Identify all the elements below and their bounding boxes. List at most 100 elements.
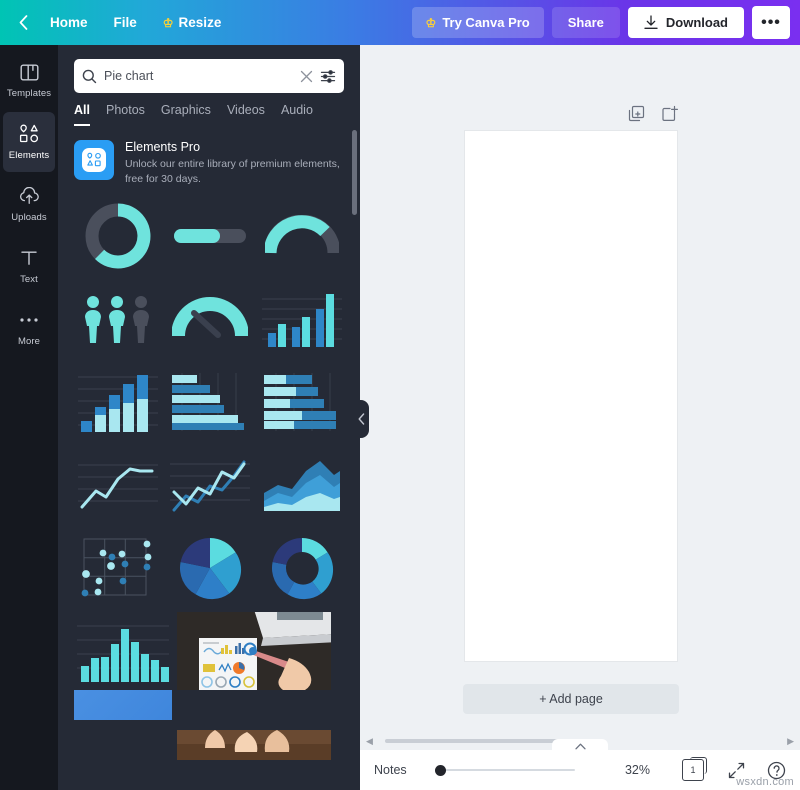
add-page-label: + Add page (539, 692, 603, 706)
results-row (74, 612, 346, 761)
element-stacked-bar-chart[interactable] (259, 363, 346, 441)
file-menu-button[interactable]: File (102, 9, 149, 36)
download-label: Download (665, 15, 728, 30)
element-ascending-bar-chart[interactable] (259, 280, 346, 358)
sidebar-label-uploads: Uploads (11, 212, 47, 223)
tab-graphics-label: Graphics (160, 103, 211, 117)
element-arc-gauge-chart[interactable] (259, 197, 346, 275)
tab-audio[interactable]: Audio (281, 103, 313, 126)
tab-videos[interactable]: Videos (227, 103, 265, 126)
element-scatter-plot-chart[interactable] (74, 529, 161, 607)
element-pictogram-people-chart[interactable] (74, 280, 161, 358)
elements-icon (19, 123, 40, 145)
file-label: File (113, 15, 137, 30)
canva-editor-window: Home File ♔ Resize ♔ Try Canva Pro Share (0, 0, 800, 790)
results-row (74, 363, 346, 441)
element-area-chart[interactable] (259, 446, 346, 524)
element-histogram-chart[interactable] (74, 612, 172, 685)
search-section (58, 45, 360, 93)
zoom-slider-knob[interactable] (434, 764, 446, 776)
sidebar-item-elements[interactable]: Elements (3, 112, 55, 172)
page-number-label: 1 (690, 765, 696, 775)
element-pie-chart[interactable] (166, 529, 253, 607)
element-stacked-column-chart[interactable] (74, 363, 161, 441)
top-toolbar-right: ♔ Try Canva Pro Share Download ••• (411, 6, 790, 39)
try-pro-label: Try Canva Pro (442, 15, 530, 30)
results-row (74, 280, 346, 358)
scroll-left-icon[interactable]: ◀ (364, 736, 375, 747)
zoom-slider-track (434, 769, 575, 771)
page-count-button[interactable]: 1 (682, 756, 707, 781)
download-icon (644, 15, 658, 30)
download-button[interactable]: Download (627, 7, 744, 38)
zoom-slider[interactable] (434, 762, 575, 778)
home-label: Home (50, 15, 88, 30)
results-row (74, 529, 346, 607)
more-options-button[interactable]: ••• (752, 6, 790, 39)
element-linear-progress-bar[interactable] (166, 197, 253, 275)
element-speedometer-gauge-chart[interactable] (166, 280, 253, 358)
element-line-chart[interactable] (74, 446, 161, 524)
tab-audio-label: Audio (280, 103, 313, 117)
tab-graphics[interactable]: Graphics (161, 103, 211, 126)
elements-pro-icon (74, 140, 114, 180)
tab-all[interactable]: All (74, 103, 90, 126)
ellipsis-icon: ••• (761, 13, 781, 31)
resize-button[interactable]: ♔ Resize (151, 9, 234, 36)
results-row (74, 446, 346, 524)
element-donut-chart[interactable] (259, 529, 346, 607)
bottom-status-bar: Notes 32% 1 wsxdn.com (360, 750, 800, 790)
duplicate-page-icon[interactable] (628, 105, 645, 122)
editor-canvas-area: + Add page ◀ ▶ Notes 32% 1 wsxdn.com (360, 45, 800, 790)
element-horizontal-bar-chart[interactable] (166, 363, 253, 441)
element-photo-infographic-desk[interactable] (177, 612, 331, 725)
try-canva-pro-button[interactable]: ♔ Try Canva Pro (411, 7, 544, 38)
ellipsis-icon (19, 309, 39, 331)
element-blue-gradient-graphic[interactable] (74, 690, 172, 721)
search-input[interactable] (104, 69, 293, 83)
sidebar-item-uploads[interactable]: Uploads (3, 174, 55, 234)
element-multi-line-chart[interactable] (166, 446, 253, 524)
sliders-icon[interactable] (320, 69, 336, 84)
sidebar-label-more: More (17, 336, 41, 347)
crown-icon: ♔ (162, 15, 174, 30)
home-menu-button[interactable]: Home (38, 9, 100, 36)
promo-title: Elements Pro (125, 140, 201, 154)
crown-icon: ♔ (425, 15, 437, 30)
zoom-percentage[interactable]: 32% (625, 763, 650, 777)
share-button[interactable]: Share (551, 7, 620, 38)
sidebar-item-more[interactable]: More (3, 298, 55, 358)
element-donut-progress-chart[interactable] (74, 197, 161, 275)
design-canvas-page[interactable] (465, 131, 677, 661)
element-photo-hands-wood-table[interactable] (177, 730, 331, 761)
watermark-label: wsxdn.com (736, 776, 794, 788)
page-tools (628, 105, 678, 122)
share-label: Share (567, 15, 604, 30)
sidebar-label-templates: Templates (6, 88, 52, 99)
result-filter-tabs: All Photos Graphics Videos Audio (58, 93, 360, 126)
element-results-grid (58, 191, 360, 761)
tab-photos[interactable]: Photos (106, 103, 145, 126)
search-icon (82, 69, 97, 84)
back-button[interactable] (10, 8, 36, 38)
sidebar-label-elements: Elements (8, 150, 50, 161)
top-toolbar-left: Home File ♔ Resize (10, 8, 233, 38)
tab-all-label: All (74, 103, 90, 117)
notes-expand-handle[interactable] (552, 739, 608, 754)
top-toolbar: Home File ♔ Resize ♔ Try Canva Pro Share (0, 0, 800, 45)
add-page-button[interactable]: + Add page (463, 684, 679, 714)
panel-scrollbar-thumb[interactable] (352, 130, 357, 215)
results-row (74, 197, 346, 275)
text-icon (20, 247, 38, 269)
notes-button[interactable]: Notes (374, 763, 407, 777)
collapse-panel-button[interactable] (353, 400, 369, 438)
add-page-icon[interactable] (661, 105, 678, 122)
upload-cloud-icon (19, 185, 40, 207)
scroll-right-icon[interactable]: ▶ (785, 736, 796, 747)
promo-text-block: Elements Pro Unlock our entire library o… (125, 140, 344, 187)
search-box[interactable] (74, 59, 344, 93)
close-icon[interactable] (300, 70, 313, 83)
sidebar-item-text[interactable]: Text (3, 236, 55, 296)
sidebar-item-templates[interactable]: Templates (3, 50, 55, 110)
elements-pro-promo[interactable]: Elements Pro Unlock our entire library o… (74, 136, 344, 191)
